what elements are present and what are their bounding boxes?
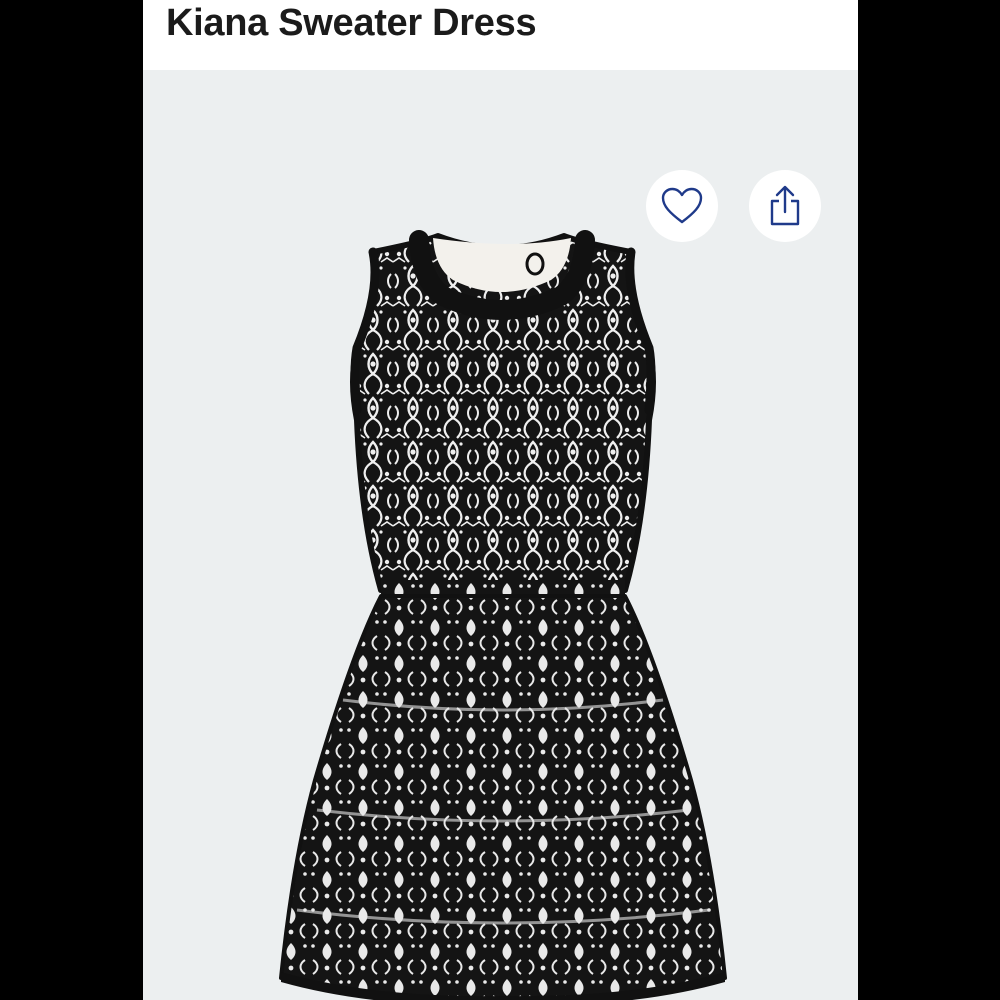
product-image — [273, 220, 733, 1000]
heart-outline-icon — [661, 187, 703, 224]
title-bar: Kiana Sweater Dress — [143, 0, 858, 70]
share-upload-icon — [770, 185, 800, 226]
favorite-button[interactable] — [646, 170, 718, 242]
product-image-area[interactable] — [143, 70, 858, 1000]
product-title: Kiana Sweater Dress — [166, 2, 537, 44]
product-screen: Kiana Sweater Dress — [143, 0, 858, 1000]
app-frame: Kiana Sweater Dress — [0, 0, 1000, 1000]
dress-illustration — [279, 230, 727, 1000]
share-button[interactable] — [749, 170, 821, 242]
